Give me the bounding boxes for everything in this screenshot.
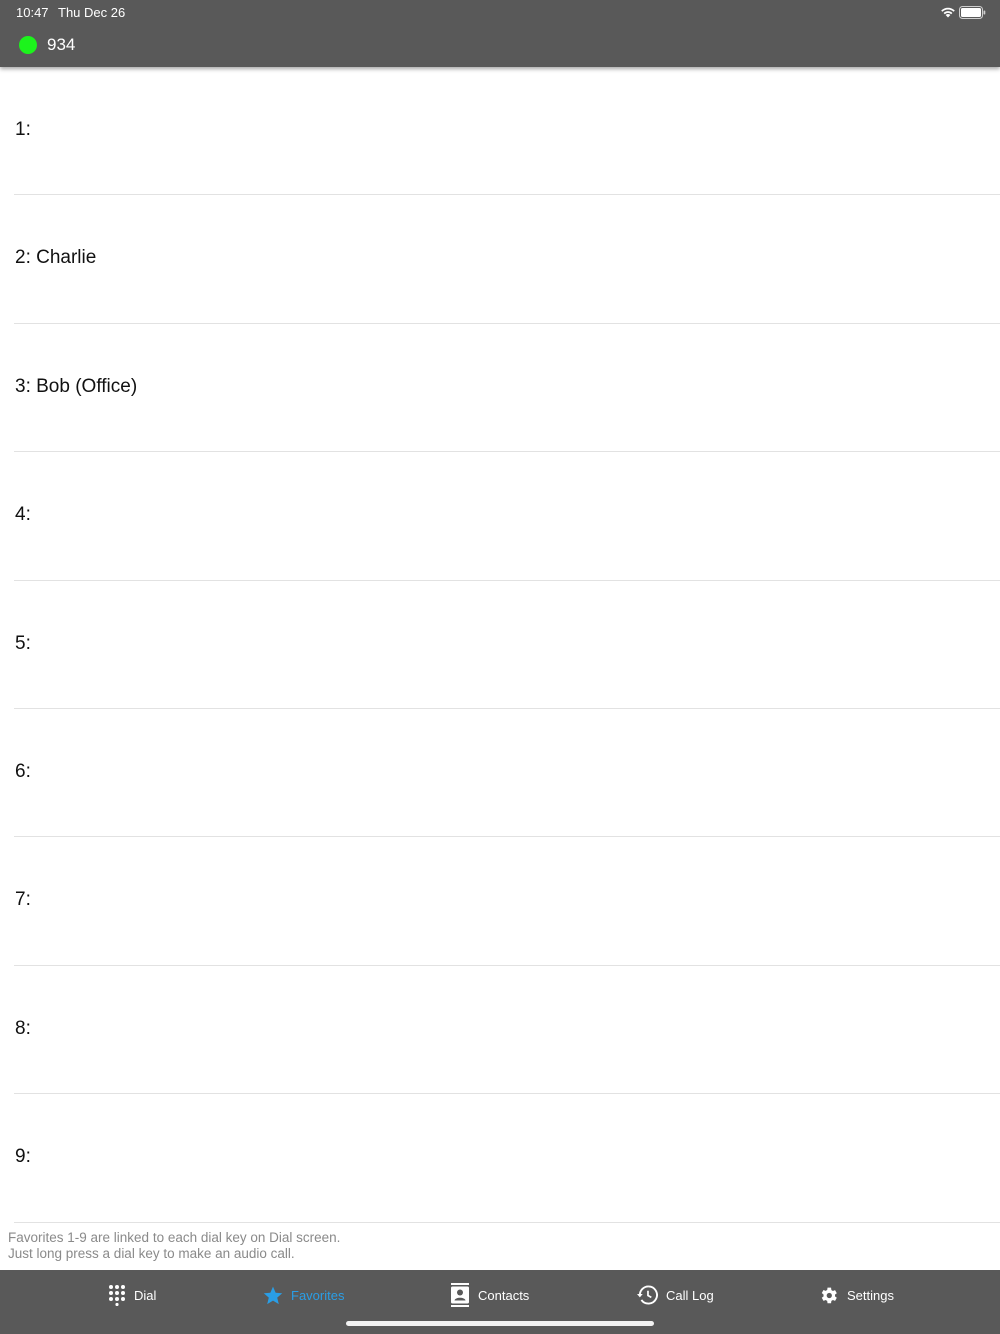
app-header: 10:47 Thu Dec 26 934: [0, 0, 1000, 67]
favorite-slot-7[interactable]: 7:: [14, 837, 1000, 966]
account-number: 934: [47, 35, 76, 54]
battery-icon: [959, 6, 986, 19]
favorite-slot-8[interactable]: 8:: [14, 966, 1000, 1095]
history-icon: [637, 1285, 658, 1305]
tab-dial[interactable]: Dial: [108, 1270, 156, 1320]
tab-settings[interactable]: Settings: [818, 1270, 894, 1320]
status-bar: 10:47 Thu Dec 26: [0, 0, 1000, 24]
favorite-label: 2: Charlie: [15, 247, 97, 269]
favorites-list: 1: 2: Charlie 3: Bob (Office) 4: 5: 6: 7…: [0, 67, 1000, 1223]
favorite-slot-1[interactable]: 1:: [14, 67, 1000, 196]
tab-dial-label: Dial: [134, 1287, 157, 1303]
favorite-label: 6:: [15, 760, 31, 782]
favorite-slot-2[interactable]: 2: Charlie: [14, 195, 1000, 324]
favorite-slot-9[interactable]: 9:: [14, 1094, 1000, 1223]
wifi-icon: [941, 7, 955, 18]
dialpad-icon: [109, 1285, 125, 1306]
tab-contacts-label: Contacts: [478, 1287, 530, 1303]
favorite-label: 5:: [15, 632, 31, 654]
tab-contacts[interactable]: Contacts: [450, 1270, 529, 1320]
status-date: Thu Dec 26: [58, 5, 126, 20]
star-icon: [263, 1286, 283, 1304]
favorite-label: 8:: [15, 1017, 31, 1039]
tab-call-log[interactable]: Call Log: [637, 1270, 714, 1320]
favorite-slot-3[interactable]: 3: Bob (Office): [14, 324, 1000, 453]
favorite-label: 1:: [15, 119, 31, 140]
favorite-label: 4:: [15, 504, 31, 526]
hint-line-1: Favorites 1-9 are linked to each dial ke…: [8, 1230, 341, 1245]
tab-settings-label: Settings: [847, 1287, 894, 1303]
favorite-slot-4[interactable]: 4:: [14, 452, 1000, 581]
hint-line-2: Just long press a dial key to make an au…: [8, 1246, 295, 1261]
home-indicator[interactable]: [346, 1321, 654, 1326]
tab-call-log-label: Call Log: [666, 1287, 714, 1303]
favorite-label: 7:: [15, 889, 31, 911]
account-status[interactable]: 934: [0, 30, 1000, 60]
favorites-hint: Favorites 1-9 are linked to each dial ke…: [8, 1230, 340, 1262]
favorite-label: 9:: [15, 1146, 31, 1168]
gear-icon: [821, 1287, 837, 1303]
tab-favorites[interactable]: Favorites: [263, 1270, 344, 1320]
favorite-slot-5[interactable]: 5:: [14, 581, 1000, 709]
favorite-slot-6[interactable]: 6:: [14, 709, 1000, 838]
tab-favorites-label: Favorites: [291, 1287, 345, 1303]
status-time: 10:47: [16, 5, 49, 20]
registration-status-dot: [19, 36, 37, 54]
favorite-label: 3: Bob (Office): [15, 375, 138, 397]
contacts-icon: [451, 1283, 469, 1307]
